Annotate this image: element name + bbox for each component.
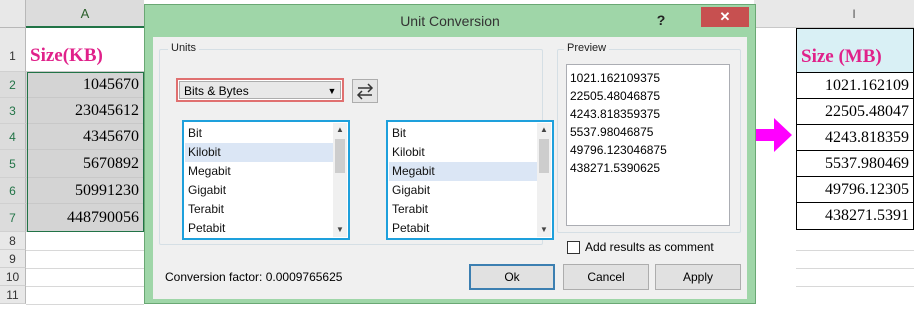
to-unit-item[interactable]: Gigabit [389, 181, 538, 200]
row-header-5[interactable]: 5 [0, 150, 26, 178]
to-unit-item[interactable]: Petabit [389, 219, 538, 238]
gridline [26, 268, 144, 269]
preview-group-label: Preview [564, 42, 610, 54]
gridline [796, 268, 914, 269]
ok-button[interactable]: Ok [469, 264, 555, 290]
cell-a5[interactable]: 5670892 [26, 150, 144, 178]
row-header-3[interactable]: 3 [0, 98, 26, 124]
gridline [26, 286, 144, 287]
units-group-label: Units [168, 42, 200, 54]
result-cell[interactable]: 49796.12305 [797, 177, 913, 203]
close-button[interactable]: ✕ [701, 7, 749, 27]
from-unit-item-selected[interactable]: Kilobit [185, 143, 334, 162]
right-arrow-icon [754, 118, 792, 152]
preview-line: 5537.98046875 [570, 125, 654, 139]
result-cell[interactable]: 22505.48047 [797, 99, 913, 125]
from-unit-list[interactable]: Bit Kilobit Megabit Gigabit Terabit Peta… [182, 120, 350, 240]
result-cell[interactable]: 1021.162109 [797, 73, 913, 99]
unit-conversion-dialog: Unit Conversion ? ✕ Units Bits & Bytes ▼ [144, 4, 756, 304]
preview-line: 438271.5390625 [570, 161, 661, 175]
result-cell[interactable]: 4243.818359 [797, 125, 913, 151]
result-table: Size (MB) 1021.162109 22505.48047 4243.8… [796, 28, 914, 230]
swap-arrows-icon [356, 83, 374, 100]
conversion-factor-text: Conversion factor: 0.0009765625 [165, 270, 343, 284]
select-all-corner[interactable] [0, 0, 26, 28]
row-header-8[interactable]: 8 [0, 232, 26, 250]
from-list-scrollbar[interactable]: ▲ ▼ [333, 123, 347, 237]
category-dropdown-value: Bits & Bytes [184, 84, 249, 98]
scroll-down-icon[interactable]: ▼ [333, 223, 347, 237]
preview-line: 4243.818359375 [570, 107, 661, 121]
gridline [26, 304, 144, 305]
to-unit-list[interactable]: Bit Kilobit Megabit Gigabit Terabit Peta… [386, 120, 554, 240]
from-unit-item[interactable]: Gigabit [185, 181, 334, 200]
preview-textbox[interactable]: 1021.162109375 22505.48046875 4243.81835… [566, 64, 730, 226]
from-unit-item[interactable]: Megabit [185, 162, 334, 181]
cell-a1-header[interactable]: Size(KB) [26, 28, 144, 72]
apply-button[interactable]: Apply [655, 264, 741, 290]
row-header-1[interactable]: 1 [0, 28, 26, 72]
scroll-down-icon[interactable]: ▼ [537, 223, 551, 237]
column-header-blank [754, 0, 794, 28]
to-unit-item[interactable]: Bit [389, 124, 538, 143]
preview-line: 1021.162109375 [570, 71, 661, 85]
column-header-i[interactable]: I [794, 0, 914, 28]
to-list-scrollbar[interactable]: ▲ ▼ [537, 123, 551, 237]
units-group: Units Bits & Bytes ▼ Bit Kilobit Megabit… [159, 42, 554, 245]
left-spreadsheet: A 1 2 3 4 5 6 7 8 9 10 11 Size(KB) 10456… [0, 0, 150, 312]
right-spreadsheet: I Size (MB) 1021.162109 22505.48047 4243… [754, 0, 920, 312]
preview-group: Preview 1021.162109375 22505.48046875 42… [557, 42, 741, 233]
from-unit-item[interactable]: Terabit [185, 200, 334, 219]
add-comment-label[interactable]: Add results as comment [585, 240, 714, 254]
result-header-cell[interactable]: Size (MB) [797, 29, 913, 73]
gridline [796, 286, 914, 287]
category-dropdown[interactable]: Bits & Bytes ▼ [176, 78, 344, 102]
row-header-2[interactable]: 2 [0, 72, 26, 98]
preview-line: 22505.48046875 [570, 89, 661, 103]
from-unit-item[interactable]: Petabit [185, 219, 334, 238]
scrollbar-thumb[interactable] [335, 139, 345, 173]
from-unit-item[interactable]: Bit [185, 124, 334, 143]
chevron-down-icon: ▼ [327, 86, 337, 96]
cancel-button[interactable]: Cancel [563, 264, 649, 290]
cell-a6[interactable]: 50991230 [26, 178, 144, 204]
to-unit-item[interactable]: Terabit [389, 200, 538, 219]
row-header-11[interactable]: 11 [0, 286, 26, 304]
to-unit-item-selected[interactable]: Megabit [389, 162, 538, 181]
to-unit-item[interactable]: Kilobit [389, 143, 538, 162]
scrollbar-thumb[interactable] [539, 139, 549, 173]
dialog-body: Units Bits & Bytes ▼ Bit Kilobit Megabit… [153, 37, 747, 299]
cell-a3[interactable]: 23045612 [26, 98, 144, 124]
preview-line: 49796.123046875 [570, 143, 667, 157]
row-header-9[interactable]: 9 [0, 250, 26, 268]
dialog-titlebar[interactable]: Unit Conversion ? ✕ [145, 5, 755, 37]
scroll-up-icon[interactable]: ▲ [537, 123, 551, 137]
cell-a4[interactable]: 4345670 [26, 124, 144, 150]
result-cell[interactable]: 438271.5391 [797, 203, 913, 229]
cell-a2[interactable]: 1045670 [26, 72, 144, 98]
swap-units-button[interactable] [352, 79, 378, 103]
row-header-10[interactable]: 10 [0, 268, 26, 286]
result-cell[interactable]: 5537.980469 [797, 151, 913, 177]
row-header-7[interactable]: 7 [0, 204, 26, 232]
gridline [26, 250, 144, 251]
row-header-6[interactable]: 6 [0, 178, 26, 204]
row-header-4[interactable]: 4 [0, 124, 26, 150]
add-comment-checkbox[interactable] [567, 241, 580, 254]
help-button[interactable]: ? [653, 11, 669, 29]
gridline [796, 250, 914, 251]
column-header-a[interactable]: A [26, 0, 144, 28]
cell-a7[interactable]: 448790056 [26, 204, 144, 232]
scroll-up-icon[interactable]: ▲ [333, 123, 347, 137]
